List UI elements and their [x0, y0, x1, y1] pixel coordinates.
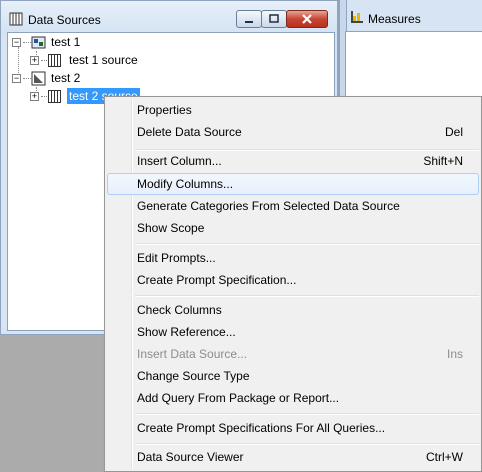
menu-item-show-scope[interactable]: Show Scope	[107, 217, 479, 239]
close-button[interactable]	[286, 10, 328, 28]
close-icon	[302, 14, 312, 24]
collapse-toggle[interactable]: −	[12, 74, 21, 83]
menu-item-data-source-viewer[interactable]: Data Source Viewer Ctrl+W	[107, 446, 479, 468]
menu-item-label: Insert Column...	[137, 154, 222, 168]
maximize-button[interactable]	[261, 10, 287, 28]
menu-item-label: Properties	[137, 103, 192, 117]
menu-separator	[135, 295, 479, 297]
table-icon	[48, 54, 61, 67]
menu-item-shortcut: Ins	[446, 347, 463, 361]
menu-item-label: Show Reference...	[137, 325, 236, 339]
menu-item-show-reference[interactable]: Show Reference...	[107, 321, 479, 343]
query-icon	[31, 71, 46, 86]
maximize-icon	[269, 14, 279, 23]
menu-item-label: Create Prompt Specifications For All Que…	[137, 421, 386, 435]
menu-separator	[135, 243, 479, 245]
menu-separator	[135, 443, 479, 445]
menu-item-label: Check Columns	[137, 303, 222, 317]
menu-item-generate-categories[interactable]: Generate Categories From Selected Data S…	[107, 195, 479, 217]
menu-item-check-columns[interactable]: Check Columns	[107, 299, 479, 321]
context-menu: Properties Delete Data Source Del Insert…	[104, 96, 482, 472]
menu-item-insert-data-source: Insert Data Source... Ins	[107, 343, 479, 365]
menu-item-label: Data Source Viewer	[137, 450, 244, 464]
menu-item-label: Add Query From Package or Report...	[137, 391, 340, 405]
data-sources-titlebar[interactable]: Data Sources	[1, 1, 337, 35]
data-sources-icon	[9, 12, 23, 26]
measures-title: Measures	[368, 12, 421, 26]
menu-item-label: Modify Columns...	[137, 177, 234, 191]
menu-item-insert-column[interactable]: Insert Column... Shift+N	[107, 150, 479, 172]
menu-item-label: Show Scope	[137, 221, 205, 235]
package-icon	[31, 36, 46, 49]
menu-item-label: Generate Categories From Selected Data S…	[137, 199, 400, 213]
menu-item-modify-columns[interactable]: Modify Columns...	[107, 173, 479, 195]
collapse-toggle[interactable]: −	[12, 38, 21, 47]
expand-toggle[interactable]: +	[30, 92, 39, 101]
measures-icon	[351, 11, 363, 23]
tree-label: test 1	[51, 35, 81, 49]
data-sources-title: Data Sources	[28, 13, 101, 27]
menu-item-label: Edit Prompts...	[137, 251, 216, 265]
table-icon	[48, 90, 61, 103]
tree-label: test 1 source	[69, 53, 138, 67]
minimize-icon	[245, 21, 253, 23]
menu-item-delete-data-source[interactable]: Delete Data Source Del	[107, 121, 479, 143]
menu-item-add-query-from-package[interactable]: Add Query From Package or Report...	[107, 387, 479, 409]
menu-item-label: Insert Data Source...	[137, 347, 248, 361]
menu-item-edit-prompts[interactable]: Edit Prompts...	[107, 247, 479, 269]
menu-item-change-source-type[interactable]: Change Source Type	[107, 365, 479, 387]
menu-item-properties[interactable]: Properties	[107, 99, 479, 121]
menu-separator	[135, 413, 479, 415]
tree-label: test 2	[51, 71, 81, 85]
menu-item-shortcut: Shift+N	[423, 154, 463, 168]
expand-toggle[interactable]: +	[30, 56, 39, 65]
menu-item-create-prompt-specs-all[interactable]: Create Prompt Specifications For All Que…	[107, 417, 479, 439]
menu-item-shortcut: Del	[444, 125, 463, 139]
menu-item-label: Delete Data Source	[137, 125, 242, 139]
minimize-button[interactable]	[236, 10, 262, 28]
menu-item-label: Change Source Type	[137, 369, 250, 383]
menu-item-create-prompt-specification[interactable]: Create Prompt Specification...	[107, 269, 479, 291]
menu-item-shortcut: Ctrl+W	[426, 450, 463, 464]
menu-item-label: Create Prompt Specification...	[137, 273, 297, 287]
